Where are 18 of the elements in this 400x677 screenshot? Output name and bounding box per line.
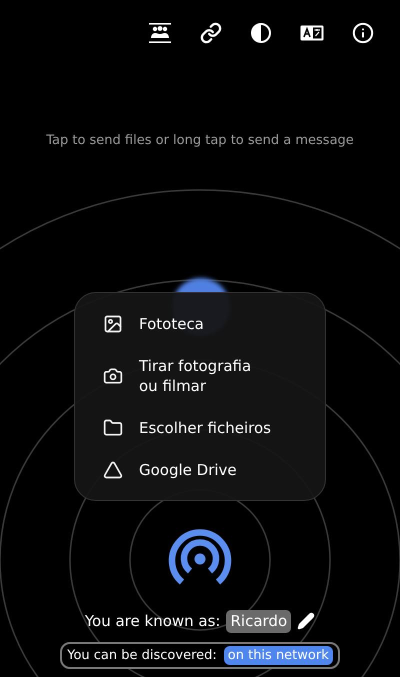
menu-item[interactable]: Tirar fotografia ou filmar bbox=[103, 356, 297, 396]
menu-item[interactable]: Google Drive bbox=[103, 460, 297, 480]
device-name[interactable]: Ricardo bbox=[226, 610, 292, 632]
edit-icon[interactable] bbox=[297, 612, 316, 630]
folder-icon bbox=[103, 418, 123, 438]
discovery-pill[interactable]: You can be discovered: on this network bbox=[60, 642, 340, 669]
people-icon[interactable] bbox=[148, 22, 172, 44]
link-icon[interactable] bbox=[200, 22, 222, 44]
camera-icon bbox=[103, 366, 123, 386]
contrast-icon[interactable] bbox=[250, 22, 272, 44]
photos-icon bbox=[103, 314, 123, 334]
hint-text: Tap to send files or long tap to send a message bbox=[45, 132, 355, 150]
info-icon[interactable] bbox=[352, 22, 374, 44]
known-as-label: You are known as: bbox=[84, 611, 220, 632]
translate-icon[interactable] bbox=[300, 25, 324, 41]
triangle-icon bbox=[103, 460, 123, 480]
menu-item[interactable]: Escolher ficheiros bbox=[103, 418, 297, 438]
menu-item[interactable]: Fototeca bbox=[103, 314, 297, 334]
